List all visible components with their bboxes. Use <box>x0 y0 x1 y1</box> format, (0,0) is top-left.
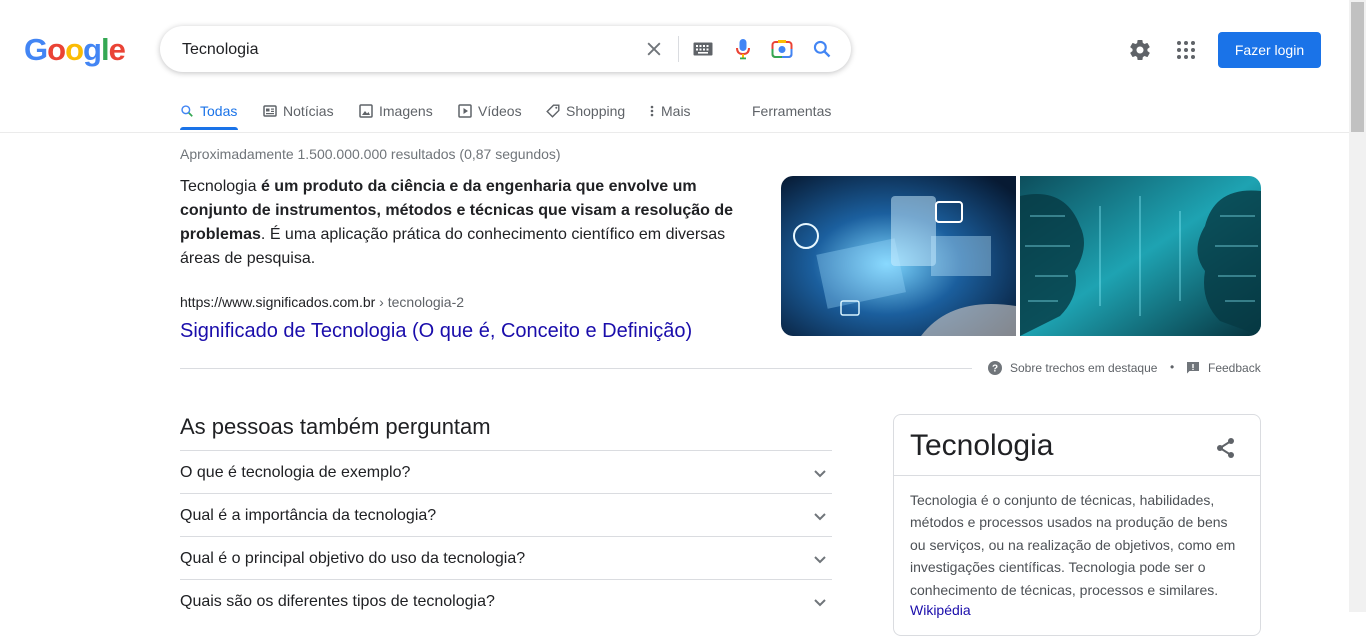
knowledge-panel: Tecnologia Tecnologia é o conjunto de té… <box>893 414 1261 636</box>
featured-snippet-text: Tecnologia é um produto da ciência e da … <box>180 178 734 267</box>
settings-gear-icon[interactable] <box>1128 38 1152 62</box>
knowledge-panel-divider <box>894 475 1260 476</box>
header-divider <box>0 132 1350 133</box>
tab-more[interactable]: Mais <box>649 101 691 121</box>
result-url[interactable]: https://www.significados.com.br › tecnol… <box>180 294 464 310</box>
result-title-link[interactable]: Significado de Tecnologia (O que é, Conc… <box>180 318 692 344</box>
search-input[interactable] <box>180 26 624 74</box>
tab-images[interactable]: Imagens <box>359 101 433 121</box>
keyboard-icon[interactable] <box>691 37 715 61</box>
google-logo[interactable]: Google <box>24 33 126 67</box>
tab-label: Imagens <box>379 103 433 119</box>
paa-question[interactable]: O que é tecnologia de exemplo? <box>180 450 832 494</box>
tag-icon <box>546 104 560 118</box>
about-featured-snippets-link[interactable]: ? Sobre trechos em destaque <box>988 360 1157 376</box>
result-stats: Aproximadamente 1.500.000.000 resultados… <box>180 146 561 162</box>
chevron-down-icon <box>814 555 826 563</box>
search-icon[interactable] <box>810 37 834 61</box>
tab-videos[interactable]: Vídeos <box>458 101 522 121</box>
separator-dot: • <box>1170 360 1175 374</box>
clear-icon[interactable] <box>642 37 666 61</box>
paa-question[interactable]: Quais são os diferentes tipos de tecnolo… <box>180 579 832 623</box>
help-icon: ? <box>988 361 1002 375</box>
camera-lens-icon[interactable] <box>770 37 794 61</box>
snippet-divider <box>180 368 972 369</box>
tab-label: Todas <box>200 103 238 119</box>
share-icon[interactable] <box>1214 436 1238 460</box>
search-box[interactable] <box>160 26 851 74</box>
login-button[interactable]: Fazer login <box>1218 32 1321 68</box>
featured-image-ai-faces[interactable] <box>1020 176 1261 336</box>
feedback-link[interactable]: Feedback <box>1186 360 1261 376</box>
image-icon <box>359 104 373 118</box>
tab-label: Shopping <box>566 103 626 119</box>
more-vert-icon <box>650 105 654 117</box>
video-icon <box>458 104 472 118</box>
microphone-icon[interactable] <box>731 37 755 61</box>
tab-tools[interactable]: Ferramentas <box>752 101 831 121</box>
people-also-ask-title: As pessoas também perguntam <box>180 414 491 439</box>
knowledge-panel-source-link[interactable]: Wikipédia <box>910 602 971 618</box>
search-icon <box>181 105 193 117</box>
paa-question[interactable]: Qual é o principal objetivo do uso da te… <box>180 536 832 580</box>
knowledge-panel-description: Tecnologia é o conjunto de técnicas, hab… <box>910 492 1236 598</box>
featured-image-devices[interactable] <box>781 176 1016 336</box>
tab-all[interactable]: Todas <box>180 101 237 121</box>
tab-label: Vídeos <box>478 103 522 119</box>
scrollbar-thumb[interactable] <box>1351 2 1364 132</box>
paa-question[interactable]: Qual é a importância da tecnologia? <box>180 493 832 537</box>
apps-grid-icon[interactable] <box>1174 38 1198 62</box>
chevron-down-icon <box>814 469 826 477</box>
knowledge-panel-title: Tecnologia <box>910 429 1054 462</box>
search-divider <box>678 36 679 62</box>
svg-text:?: ? <box>992 364 998 375</box>
chevron-down-icon <box>814 598 826 606</box>
tab-news[interactable]: Notícias <box>263 101 334 121</box>
tab-label: Mais <box>661 103 691 119</box>
news-icon <box>263 105 277 117</box>
tab-label: Ferramentas <box>752 103 832 119</box>
chevron-down-icon <box>814 512 826 520</box>
active-tab-indicator <box>180 127 238 130</box>
feedback-icon <box>1187 362 1199 374</box>
tab-shopping[interactable]: Shopping <box>546 101 625 121</box>
tab-label: Notícias <box>283 103 334 119</box>
